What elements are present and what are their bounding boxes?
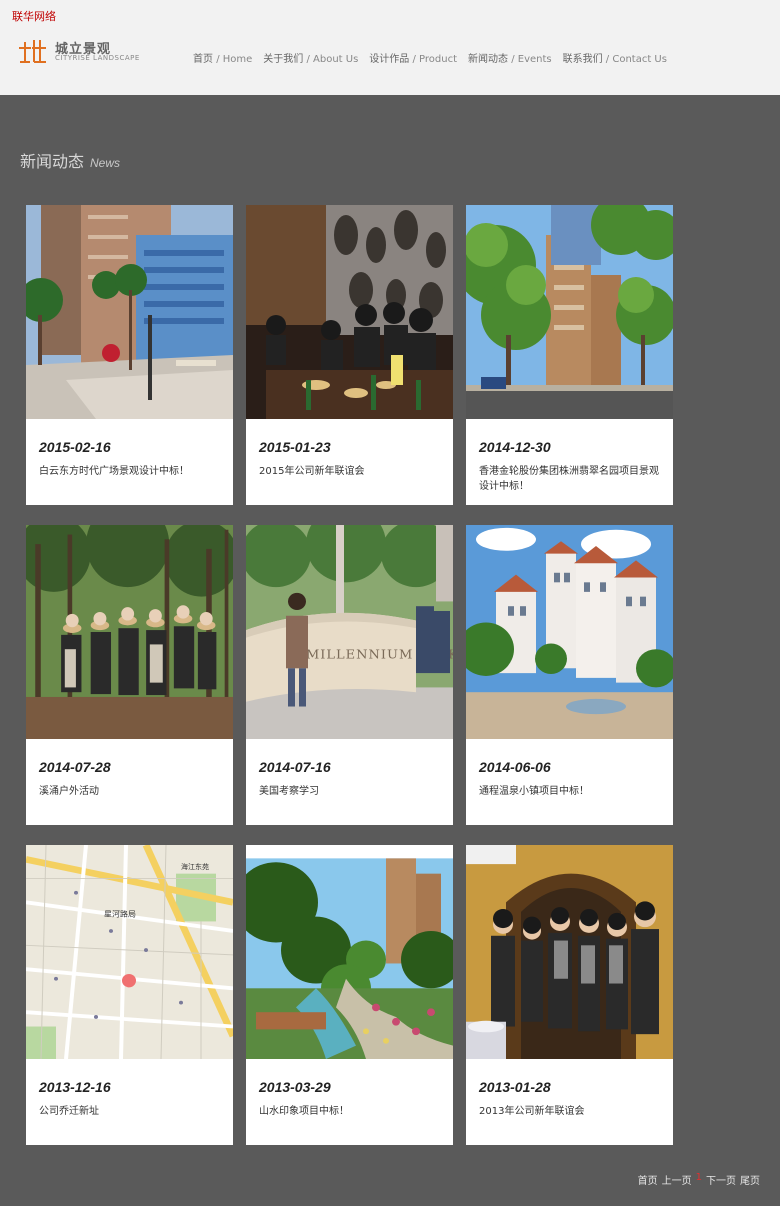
logo-text-en: CITYRISE LANDSCAPE <box>55 54 140 62</box>
news-card[interactable]: 2013-03-29 山水印象项目中标！ <box>246 845 453 1145</box>
nav-label-cn: 设计作品 <box>369 54 410 65</box>
news-title[interactable]: 通程温泉小镇项目中标！ <box>479 784 659 799</box>
nav-label-cn: 联系我们 <box>562 54 603 65</box>
header-bar: 联华网络 城立景观 CITYRISE LANDSCAPE 首页 / Home 关… <box>0 0 780 95</box>
page-last-link[interactable]: 尾页 <box>740 1172 760 1187</box>
news-title[interactable]: 山水印象项目中标！ <box>259 1104 439 1119</box>
page-next-link[interactable]: 下一页 <box>706 1172 736 1187</box>
news-card[interactable]: MILLENNIUM PARK 2014-07-16 美国考察学习 <box>246 525 453 825</box>
news-card[interactable]: 2015-02-16 白云东方时代广场景观设计中标！ <box>26 205 233 505</box>
news-image-town[interactable] <box>466 525 673 739</box>
news-card[interactable]: 2013-01-28 2013年公司新年联谊会 <box>466 845 673 1145</box>
news-title[interactable]: 溪涌户外活动 <box>39 784 219 799</box>
news-card[interactable]: 2014-07-28 溪涌户外活动 <box>26 525 233 825</box>
page-title-cn: 新闻动态 <box>20 152 85 171</box>
nav-label-cn: 新闻动态 <box>468 54 509 65</box>
nav-item-events[interactable]: 新闻动态 / Events <box>468 50 552 65</box>
news-image-garden[interactable] <box>246 845 453 1059</box>
pagination: 首页 上一页 1 下一页 尾页 <box>638 1172 760 1187</box>
news-date: 2015-01-23 <box>259 439 331 455</box>
news-date: 2014-06-06 <box>479 759 551 775</box>
news-card[interactable]: 2014-06-06 通程温泉小镇项目中标！ <box>466 525 673 825</box>
news-date: 2013-12-16 <box>39 1079 111 1095</box>
nav-item-product[interactable]: 设计作品 / Product <box>369 50 457 65</box>
news-title[interactable]: 2015年公司新年联谊会 <box>259 464 439 479</box>
nav-item-about[interactable]: 关于我们 / About Us <box>263 50 358 65</box>
map-district-label: 星河路局 <box>104 909 136 919</box>
logo-mark-icon <box>19 40 46 63</box>
page-prev-link[interactable]: 上一页 <box>662 1172 692 1187</box>
news-title[interactable]: 公司乔迁新址 <box>39 1104 219 1119</box>
news-title[interactable]: 2013年公司新年联谊会 <box>479 1104 659 1119</box>
nav-label-en: / Contact Us <box>605 54 667 65</box>
news-image-group[interactable] <box>466 845 673 1059</box>
news-date: 2013-01-28 <box>479 1079 551 1095</box>
nav-label-en: / Product <box>412 54 458 65</box>
news-card[interactable]: 2015-01-23 2015年公司新年联谊会 <box>246 205 453 505</box>
news-date: 2013-03-29 <box>259 1079 331 1095</box>
news-title[interactable]: 白云东方时代广场景观设计中标！ <box>39 464 219 479</box>
page-title-en: News <box>90 156 121 170</box>
news-date: 2014-07-28 <box>39 759 111 775</box>
news-image-street[interactable] <box>466 205 673 419</box>
brand-link[interactable]: 联华网络 <box>12 8 56 24</box>
news-image-plaza[interactable] <box>26 205 233 419</box>
news-image-dinner[interactable] <box>246 205 453 419</box>
news-title[interactable]: 美国考察学习 <box>259 784 439 799</box>
news-date: 2015-02-16 <box>39 439 111 455</box>
news-image-forest[interactable] <box>26 525 233 739</box>
news-date: 2014-07-16 <box>259 759 331 775</box>
news-image-park[interactable]: MILLENNIUM PARK <box>246 525 453 739</box>
main-nav: 首页 / Home 关于我们 / About Us 设计作品 / Product… <box>193 50 678 65</box>
site-logo[interactable]: 城立景观 CITYRISE LANDSCAPE <box>18 38 140 66</box>
page-first-link[interactable]: 首页 <box>638 1172 658 1187</box>
page-current: 1 <box>695 1172 702 1183</box>
page-title: 新闻动态 News <box>20 148 120 172</box>
nav-label-en: / Events <box>511 54 552 65</box>
news-title[interactable]: 香港金轮股份集团株洲翡翠名园项目景观设计中标！ <box>479 464 659 494</box>
nav-label-en: / Home <box>216 54 253 65</box>
nav-label-cn: 关于我们 <box>263 54 304 65</box>
nav-item-contact[interactable]: 联系我们 / Contact Us <box>563 50 667 65</box>
news-card[interactable]: 星河路局 海江东苑 2013-12-16 公司乔迁新址 <box>26 845 233 1145</box>
news-image-map[interactable]: 星河路局 海江东苑 <box>26 845 233 1059</box>
nav-label-en: / About Us <box>306 54 359 65</box>
nav-label-cn: 首页 <box>193 54 213 65</box>
map-place-label: 海江东苑 <box>181 862 209 871</box>
news-card[interactable]: 2014-12-30 香港金轮股份集团株洲翡翠名园项目景观设计中标！ <box>466 205 673 505</box>
nav-item-home[interactable]: 首页 / Home <box>193 50 252 65</box>
news-date: 2014-12-30 <box>479 439 551 455</box>
